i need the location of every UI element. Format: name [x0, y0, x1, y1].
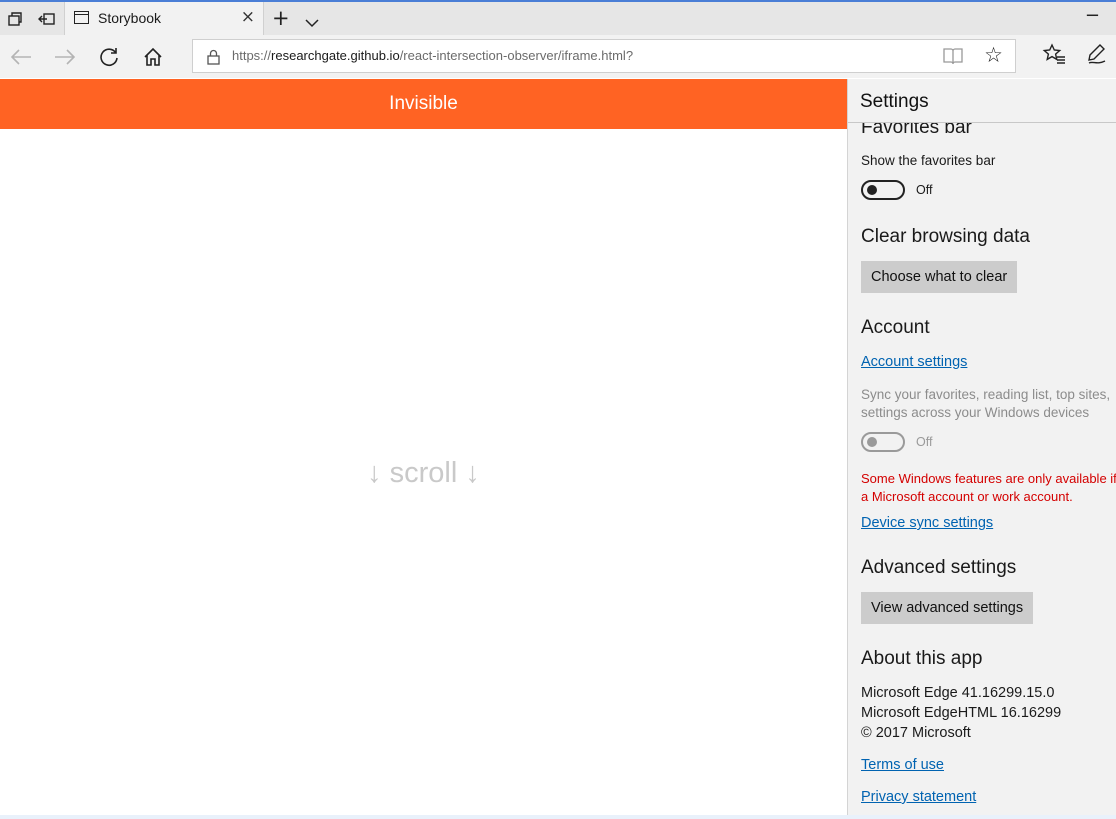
settings-title: Settings [860, 91, 929, 112]
tab-title: Storybook [98, 10, 162, 26]
view-advanced-settings-button[interactable]: View advanced settings [861, 592, 1034, 624]
reading-view-icon[interactable] [943, 47, 963, 69]
page-icon [74, 11, 89, 24]
set-tabs-aside-icon[interactable] [36, 8, 58, 30]
add-favorite-icon[interactable]: ☆ [984, 43, 1003, 67]
minimize-button[interactable]: − [1085, 5, 1100, 26]
lock-icon[interactable] [207, 49, 220, 69]
clear-browsing-heading: Clear browsing data [861, 226, 1030, 247]
terms-of-use-link[interactable]: Terms of use [861, 757, 944, 773]
account-settings-link[interactable]: Account settings [861, 354, 967, 370]
edge-version: Microsoft Edge 41.16299.15.0 [861, 685, 1055, 701]
about-heading: About this app [861, 648, 983, 669]
account-warning-1: Some Windows features are only available… [861, 471, 1116, 486]
advanced-settings-heading: Advanced settings [861, 557, 1017, 578]
sync-toggle[interactable] [861, 432, 905, 452]
home-button[interactable] [140, 44, 166, 70]
favorites-toggle-state: Off [916, 183, 933, 197]
settings-panel: Settings Favorites bar Show the favorite… [847, 79, 1116, 819]
privacy-statement-link[interactable]: Privacy statement [861, 789, 976, 805]
sync-description-1: Sync your favorites, reading list, top s… [861, 387, 1111, 402]
back-button[interactable] [8, 44, 34, 70]
tab-storybook[interactable]: Storybook × [64, 2, 264, 35]
new-tab-button[interactable]: + [272, 6, 290, 30]
web-note-icon[interactable] [1086, 43, 1108, 69]
page-viewport[interactable]: Invisible ↓ scroll ↓ [0, 79, 847, 819]
account-heading: Account [861, 317, 930, 338]
device-sync-link[interactable]: Device sync settings [861, 515, 993, 531]
title-bar: Storybook × + − [0, 0, 1116, 35]
refresh-button[interactable] [96, 44, 122, 70]
url-text[interactable]: https://researchgate.github.io/react-int… [232, 48, 633, 63]
forward-button[interactable] [52, 44, 78, 70]
navigation-bar: https://researchgate.github.io/react-int… [0, 35, 1116, 78]
sync-toggle-state: Off [916, 435, 933, 449]
settings-header: Settings [848, 79, 1116, 123]
address-bar[interactable]: https://researchgate.github.io/react-int… [192, 39, 1016, 73]
visibility-banner: Invisible [0, 79, 847, 129]
favorites-hub-icon[interactable] [1042, 43, 1066, 69]
copyright: © 2017 Microsoft [861, 725, 971, 741]
scroll-hint: ↓ scroll ↓ [367, 457, 480, 489]
window-bottom-edge [0, 815, 1116, 819]
edgehtml-version: Microsoft EdgeHTML 16.16299 [861, 705, 1062, 721]
banner-text: Invisible [389, 93, 458, 114]
show-favorites-label: Show the favorites bar [861, 153, 996, 168]
choose-what-to-clear-button[interactable]: Choose what to clear [861, 261, 1018, 293]
account-warning-2: a Microsoft account or work account. [861, 489, 1073, 504]
tab-manager-icon[interactable] [4, 8, 26, 30]
tab-close-button[interactable]: × [241, 7, 255, 27]
sync-description-2: settings across your Windows devices [861, 405, 1090, 420]
favorites-bar-toggle[interactable] [861, 180, 905, 200]
chevron-down-icon[interactable] [305, 13, 319, 32]
